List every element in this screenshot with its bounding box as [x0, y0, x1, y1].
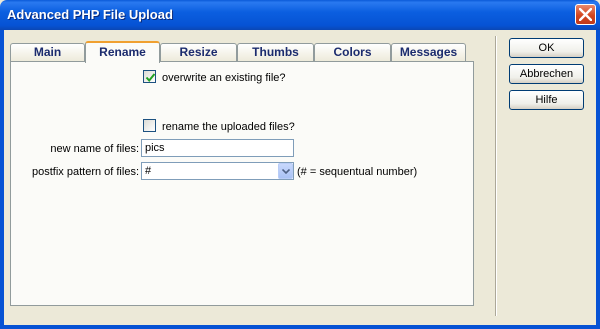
- close-button[interactable]: [575, 4, 596, 25]
- window-frame-bottom: [0, 325, 600, 329]
- title-bar[interactable]: Advanced PHP File Upload: [0, 0, 600, 30]
- help-button[interactable]: Hilfe: [509, 90, 584, 110]
- vertical-divider: [495, 36, 497, 316]
- tab-resize[interactable]: Resize: [160, 43, 237, 62]
- rename-checkbox[interactable]: [143, 119, 156, 132]
- tab-panel-rename: overwrite an existing file? rename the u…: [10, 61, 474, 306]
- window-frame-right: [596, 30, 600, 329]
- tab-thumbs[interactable]: Thumbs: [237, 43, 314, 62]
- cancel-button[interactable]: Abbrechen: [509, 64, 584, 84]
- tab-rename[interactable]: Rename: [85, 41, 160, 63]
- rename-label: rename the uploaded files?: [162, 121, 295, 133]
- ok-button[interactable]: OK: [509, 38, 584, 58]
- window-frame-left: [0, 30, 4, 329]
- window-title: Advanced PHP File Upload: [7, 7, 173, 22]
- postfix-dropdown-button[interactable]: [278, 163, 293, 179]
- tab-main[interactable]: Main: [10, 43, 85, 62]
- new-name-label: new name of files:: [50, 143, 139, 155]
- tab-colors[interactable]: Colors: [314, 43, 391, 62]
- tab-messages[interactable]: Messages: [391, 43, 466, 62]
- checkmark-icon: [145, 73, 156, 83]
- postfix-label: postfix pattern of files:: [32, 166, 139, 178]
- close-icon: [579, 8, 592, 21]
- postfix-select[interactable]: #: [141, 162, 294, 180]
- overwrite-label: overwrite an existing file?: [162, 72, 286, 84]
- overwrite-checkbox[interactable]: [143, 70, 156, 83]
- chevron-down-icon: [282, 169, 290, 174]
- postfix-hint: (# = sequentual number): [297, 166, 418, 178]
- new-name-field[interactable]: pics: [141, 139, 294, 157]
